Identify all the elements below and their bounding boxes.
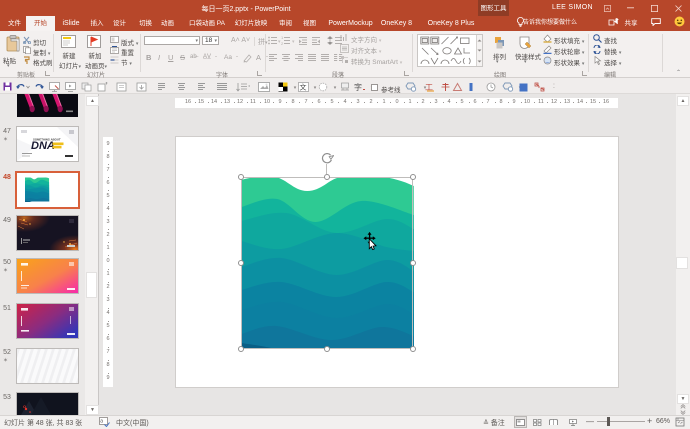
- svg-text:▾: ▾: [292, 39, 295, 45]
- svg-text:字: 字: [354, 82, 362, 92]
- svg-text:O: O: [23, 404, 26, 409]
- svg-text:2: 2: [281, 41, 284, 45]
- svg-text:DNA: DNA: [31, 140, 55, 152]
- svg-text:文: 文: [300, 83, 307, 92]
- svg-text:a: a: [100, 419, 103, 425]
- svg-text:b: b: [538, 84, 541, 89]
- svg-text:1: 1: [281, 36, 284, 40]
